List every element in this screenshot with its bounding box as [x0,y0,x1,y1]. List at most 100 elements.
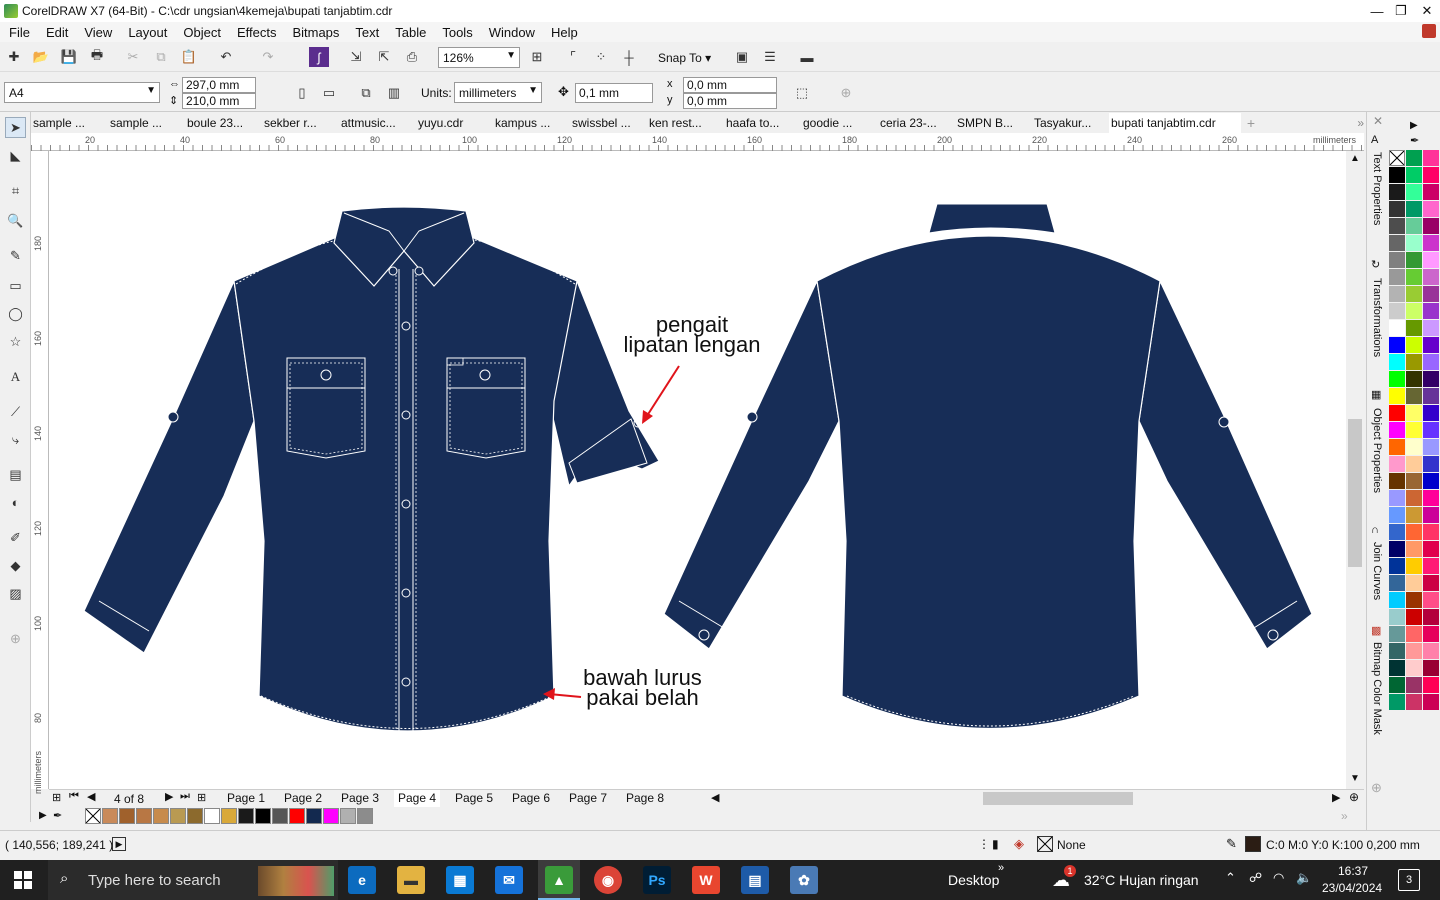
options-icon[interactable]: ☰ [760,47,780,67]
nudge-distance-field[interactable]: 0,1 mm [575,83,653,103]
palette-swatch[interactable] [1406,354,1422,370]
palette-swatch[interactable] [1423,592,1439,608]
interactive-fill-icon[interactable]: ◆ [5,555,26,576]
search-content-icon[interactable]: ʃ [309,47,329,67]
color-swatch[interactable] [238,808,254,824]
annotation-arrow[interactable] [642,365,680,424]
palette-swatch[interactable] [1423,575,1439,591]
eyedropper-icon[interactable]: ✒ [1410,134,1419,147]
palette-swatch[interactable] [1423,694,1439,710]
palette-swatch[interactable] [1389,456,1405,472]
palette-swatch[interactable] [1406,286,1422,302]
play-icon[interactable]: ▶ [112,837,126,851]
doc-tab[interactable]: yuyu.cdr [416,113,493,133]
page-tab[interactable]: Page 3 [337,790,383,807]
palette-swatch[interactable] [1423,439,1439,455]
palette-swatch[interactable] [1423,337,1439,353]
palette-swatch[interactable] [1423,405,1439,421]
mail-icon[interactable]: ✉ [495,866,523,894]
color-swatch[interactable] [221,808,237,824]
doc-tab[interactable]: attmusic... [339,113,416,133]
color-swatch[interactable] [272,808,288,824]
palette-swatch[interactable] [1389,252,1405,268]
palette-swatch[interactable] [1389,422,1405,438]
palette-swatch[interactable] [1406,643,1422,659]
palette-swatch[interactable] [1389,626,1405,642]
application-launcher-icon[interactable]: ▬ [797,47,817,67]
fill-none-swatch[interactable] [1037,836,1053,852]
snap-to-dropdown[interactable]: Snap To ▾ [658,51,711,65]
zoom-tool-icon[interactable]: 🔍 [5,210,26,231]
page-tab-active[interactable]: Page 4 [394,790,441,807]
palette-swatch[interactable] [1389,303,1405,319]
doc-tab[interactable]: Tasyakur... [1032,113,1109,133]
doc-tab[interactable]: sekber r... [262,113,339,133]
palette-swatch[interactable] [1389,371,1405,387]
palette-swatch[interactable] [1389,660,1405,676]
h-scroll-thumb[interactable] [983,792,1133,805]
coreldraw-taskbar-button[interactable]: ▲ [538,860,580,900]
palette-swatch[interactable] [1389,490,1405,506]
units-combo[interactable]: millimeters ▼ [454,82,542,103]
polygon-tool-icon[interactable]: ☆ [5,331,26,352]
add-docker-icon[interactable]: ⊕ [1371,780,1382,796]
paste-icon[interactable]: 📋 [179,47,199,67]
menu-bitmaps[interactable]: Bitmaps [284,25,347,40]
menu-tools[interactable]: Tools [434,25,480,40]
docker-tab-bitmap-color-mask[interactable]: Bitmap Color Mask [1371,642,1383,735]
paint-icon[interactable]: ✿ [790,866,818,894]
doc-tab[interactable]: ken rest... [647,113,724,133]
toolbar-overflow-icon[interactable]: » [998,862,1004,874]
no-color-swatch[interactable] [85,808,101,824]
drawing-canvas[interactable]: pengait lipatan lengan bawah lurus pakai… [49,151,1346,789]
ellipse-tool-icon[interactable]: ◯ [5,303,26,324]
color-swatch[interactable] [357,808,373,824]
palette-swatch[interactable] [1406,592,1422,608]
palette-swatch[interactable] [1406,303,1422,319]
no-color-swatch[interactable] [1389,150,1405,166]
palette-swatch[interactable] [1423,201,1439,217]
menu-effects[interactable]: Effects [229,25,285,40]
insert-page-icon[interactable]: ⊞ [52,791,61,804]
zoom-combo[interactable]: 126% ▼ [438,47,520,68]
palette-menu-icon[interactable]: ▶ [1410,120,1418,131]
menu-table[interactable]: Table [387,25,434,40]
palette-swatch[interactable] [1389,269,1405,285]
back-shirt[interactable] [663,203,1313,730]
palette-swatch[interactable] [1389,524,1405,540]
weather-text[interactable]: 32°C Hujan ringan [1084,872,1199,888]
palette-swatch[interactable] [1406,575,1422,591]
page-tab[interactable]: Page 5 [451,790,497,807]
color-swatch[interactable] [255,808,271,824]
palette-swatch[interactable] [1423,184,1439,200]
docker-tab-join-curves[interactable]: Join Curves [1371,542,1383,600]
palette-swatch[interactable] [1389,218,1405,234]
menu-edit[interactable]: Edit [38,25,76,40]
doc-tab[interactable]: sample ... [31,113,108,133]
doc-tab[interactable]: SMPN B... [955,113,1032,133]
scroll-left-icon[interactable]: ◀ [711,791,719,804]
save-icon[interactable]: 💾 [59,47,79,67]
rulers-icon[interactable]: ⌜ [563,47,583,67]
desktop-toolbar[interactable]: Desktop [948,872,999,888]
color-proof-icon[interactable]: ⋮ [978,837,990,851]
add-tool-icon[interactable]: ⊕ [5,628,26,649]
expand-icon[interactable]: » [1341,809,1348,823]
palette-swatch[interactable] [1406,235,1422,251]
page-tab[interactable]: Page 1 [223,790,269,807]
current-page-icon[interactable]: ▥ [384,83,404,103]
drop-shadow-icon[interactable]: ▤ [5,464,26,485]
user-icon[interactable] [1422,24,1436,38]
page-height-field[interactable]: 210,0 mm [182,93,256,109]
palette-swatch[interactable] [1406,150,1422,166]
palette-swatch[interactable] [1423,473,1439,489]
doc-tab[interactable]: kampus ... [493,113,570,133]
doc-tab[interactable]: swissbel ... [570,113,647,133]
portrait-icon[interactable]: ▯ [292,83,312,103]
menu-object[interactable]: Object [175,25,229,40]
tab-overflow-icon[interactable]: » [1357,113,1364,133]
add-icon[interactable]: ⊕ [836,83,856,103]
menu-window[interactable]: Window [481,25,543,40]
wps-office-icon[interactable]: W [692,866,720,894]
palette-swatch[interactable] [1406,609,1422,625]
